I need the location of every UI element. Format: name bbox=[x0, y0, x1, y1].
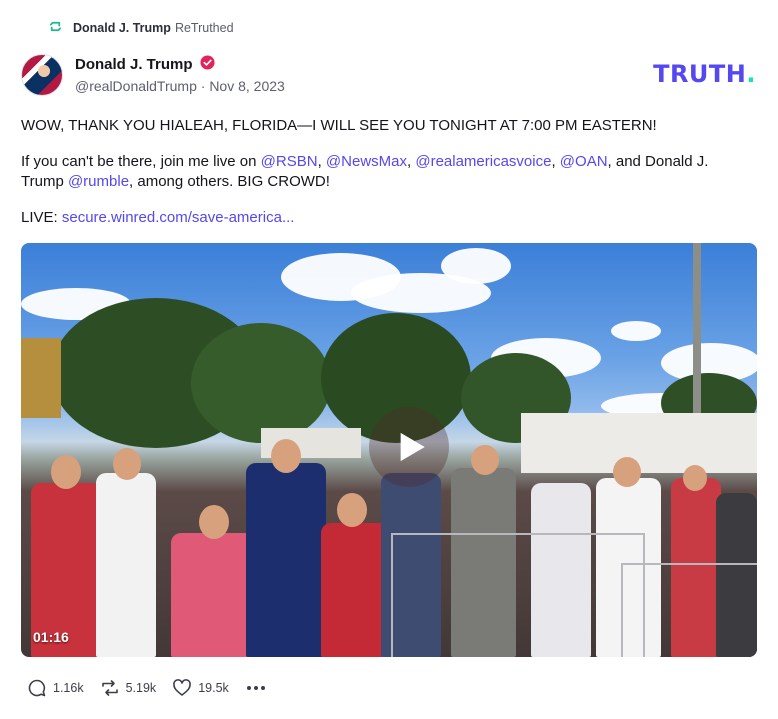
cloud bbox=[441, 248, 511, 284]
handle-separator: · bbox=[200, 78, 206, 94]
crowd-head bbox=[271, 439, 301, 473]
barricade bbox=[621, 563, 757, 657]
text-segment: , bbox=[317, 153, 326, 170]
post-body: WOW, THANK YOU HIALEAH, FLORIDA—I WILL S… bbox=[21, 116, 754, 244]
mention-rsbn[interactable]: @RSBN bbox=[261, 153, 318, 170]
crowd-person bbox=[96, 473, 156, 657]
retruth-icon bbox=[48, 19, 63, 37]
truth-logo[interactable]: TRUTH. bbox=[653, 60, 756, 88]
video-player[interactable]: 01:16 bbox=[21, 243, 757, 657]
crowd-head bbox=[337, 493, 367, 527]
crowd-head bbox=[113, 448, 141, 480]
crowd-person bbox=[171, 533, 256, 657]
live-prefix: LIVE: bbox=[21, 209, 62, 226]
building bbox=[21, 338, 61, 418]
like-count: 19.5k bbox=[198, 681, 229, 695]
verified-badge-icon bbox=[199, 55, 215, 74]
retruth-button[interactable]: 5.19k bbox=[100, 678, 157, 698]
author-handle[interactable]: @realDonaldTrump bbox=[75, 78, 197, 94]
crowd-person bbox=[246, 463, 326, 657]
retruth-icon bbox=[101, 680, 118, 696]
text-segment: , among others. BIG CROWD! bbox=[129, 173, 330, 190]
retruth-count: 5.19k bbox=[125, 681, 157, 695]
more-dots-icon bbox=[246, 686, 265, 690]
logo-text: TRUTH bbox=[653, 60, 747, 88]
live-link[interactable]: secure.winred.com/save-america... bbox=[62, 209, 295, 226]
mention-rumble[interactable]: @rumble bbox=[68, 173, 129, 190]
crowd-head bbox=[51, 455, 81, 489]
avatar[interactable] bbox=[21, 54, 63, 96]
play-button[interactable] bbox=[369, 407, 449, 487]
post-line-1: WOW, THANK YOU HIALEAH, FLORIDA—I WILL S… bbox=[21, 117, 657, 134]
mention-realamericasvoice[interactable]: @realamericasvoice bbox=[415, 153, 551, 170]
post-line-3: LIVE: secure.winred.com/save-america... bbox=[21, 208, 754, 228]
retruth-user[interactable]: Donald J. Trump bbox=[73, 21, 171, 35]
post-actions: 1.16k 5.19k 19.5k bbox=[27, 678, 267, 698]
heart-icon bbox=[173, 679, 192, 696]
post-date[interactable]: Nov 8, 2023 bbox=[209, 78, 285, 94]
mention-oan[interactable]: @OAN bbox=[560, 153, 608, 170]
more-button[interactable] bbox=[245, 678, 267, 698]
barricade bbox=[391, 533, 645, 657]
author-name-row: Donald J. Trump bbox=[75, 55, 215, 74]
reply-button[interactable]: 1.16k bbox=[27, 678, 84, 698]
logo-dot: . bbox=[746, 60, 756, 88]
reply-count: 1.16k bbox=[53, 681, 84, 695]
mention-newsmax[interactable]: @NewsMax bbox=[326, 153, 407, 170]
text-segment: If you can't be there, join me live on bbox=[21, 153, 261, 170]
crowd-head bbox=[613, 457, 641, 487]
retruth-header: Donald J. Trump ReTruthed bbox=[48, 19, 234, 37]
post-line-2: If you can't be there, join me live on @… bbox=[21, 152, 754, 192]
text-segment: , bbox=[551, 153, 560, 170]
reply-icon bbox=[28, 679, 46, 697]
author-handle-line: @realDonaldTrump · Nov 8, 2023 bbox=[75, 78, 285, 94]
like-button[interactable]: 19.5k bbox=[172, 678, 229, 698]
video-duration: 01:16 bbox=[33, 629, 69, 645]
play-icon bbox=[400, 432, 425, 462]
author-display-name[interactable]: Donald J. Trump bbox=[75, 56, 193, 73]
light-pole bbox=[693, 243, 701, 433]
tree bbox=[191, 323, 331, 443]
cloud bbox=[611, 321, 661, 341]
retruth-label: ReTruthed bbox=[174, 21, 234, 35]
crowd-head bbox=[683, 465, 707, 491]
crowd-head bbox=[199, 505, 229, 539]
crowd-head bbox=[471, 445, 499, 475]
